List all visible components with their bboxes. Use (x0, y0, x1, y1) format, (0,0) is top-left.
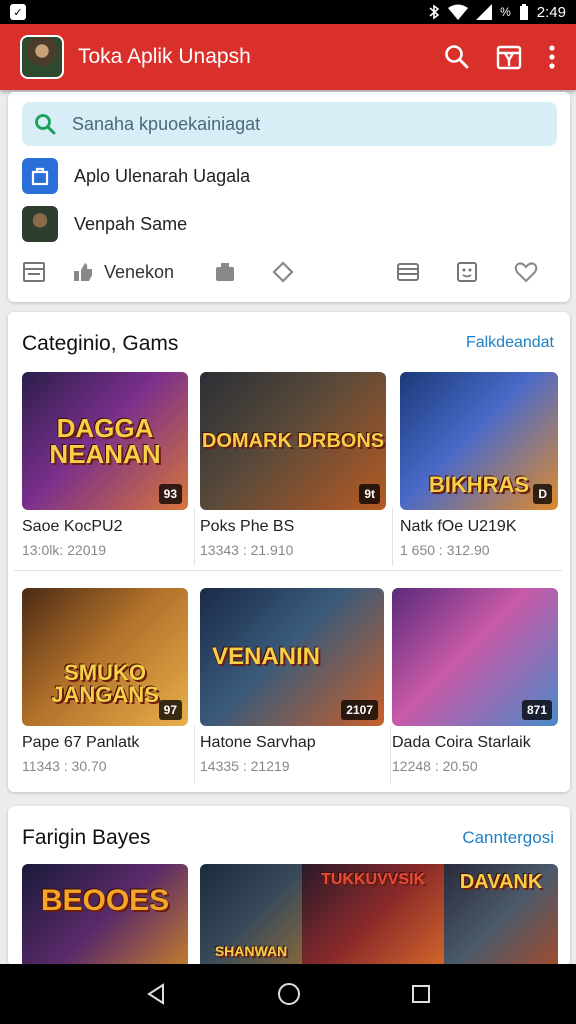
filter-toolbar: Venekon (22, 252, 557, 292)
face-icon (457, 262, 477, 282)
game-meta: 12248 : 20.50 (392, 758, 478, 774)
game-count-badge: 871 (521, 700, 552, 720)
system-nav-bar (0, 964, 576, 1024)
game-card[interactable]: SHANWAN (200, 864, 302, 974)
bag-icon (216, 263, 234, 281)
face-button[interactable] (456, 261, 514, 283)
game-count-badge: 93 (158, 484, 182, 504)
game-card[interactable]: DAVANK (444, 864, 558, 974)
game-card[interactable]: DOMARK DRBONS 9t Poks Phe BS 13343 : 21.… (200, 372, 386, 558)
game-thumbnail-title: DOMARK DRBONS (201, 430, 385, 452)
game-thumbnail: TUKKUVVSIK (302, 864, 444, 974)
game-name: Pape 67 Panlatk (22, 734, 140, 751)
game-thumbnail: BEOOES (22, 864, 188, 974)
cards-button[interactable] (396, 261, 456, 283)
signal-icon (476, 4, 493, 20)
search-icon[interactable] (444, 44, 470, 70)
status-bar: ✓ % 2:49 (0, 0, 576, 24)
game-name: Dada Coira Starlaik (392, 734, 531, 751)
app-title: Toka Aplik Unapsh (78, 45, 251, 68)
more-vert-icon[interactable] (548, 44, 556, 70)
thumbs-icon (74, 263, 92, 281)
row-divider (14, 570, 562, 571)
featured-section: Farigin Bayes Canntergosi BEOOES SHANWAN… (8, 806, 570, 974)
game-count-badge: 9t (359, 484, 380, 504)
game-name: Hatone Sarvhap (200, 734, 316, 751)
game-count-badge: D (533, 484, 552, 504)
cards-icon (397, 263, 419, 281)
game-thumbnail: SHANWAN (200, 864, 302, 974)
game-card[interactable]: DAGGA NEANAN 93 Saoe KocPU2 13:0lk: 2201… (22, 372, 188, 558)
game-card[interactable]: TUKKUVVSIK (302, 864, 444, 974)
bluetooth-icon (429, 4, 440, 20)
favorite-button[interactable] (514, 261, 538, 283)
game-thumb-icon (22, 206, 58, 242)
recents-icon[interactable] (411, 984, 431, 1004)
game-name: Poks Phe BS (200, 518, 295, 535)
game-meta: 13:0lk: 22019 (22, 542, 107, 558)
notification-icon: ✓ (10, 4, 26, 20)
game-name: Saoe KocPU2 (22, 518, 123, 535)
store-icon[interactable] (496, 44, 522, 70)
column-divider (194, 726, 195, 784)
game-thumbnail: DAVANK (444, 864, 558, 974)
game-thumbnail: 871 (392, 588, 558, 726)
section-title: Categinio, Gams (22, 332, 179, 355)
list-view-button[interactable] (22, 260, 72, 284)
suggestion-label: Aplo Ulenarah Uagala (74, 165, 251, 186)
game-name: Natk fOe U219K (400, 518, 517, 535)
column-divider (194, 508, 195, 566)
section-see-all-link[interactable]: Falkdeandat (466, 334, 554, 352)
game-thumbnail: VENANIN 2107 (200, 588, 384, 726)
back-icon[interactable] (145, 983, 167, 1005)
game-thumbnail-title: SHANWAN (214, 943, 288, 959)
game-count-badge: 2107 (341, 700, 378, 720)
search-placeholder: Sanaha kpuoekainiagat (72, 113, 261, 134)
game-meta: 13343 : 21.910 (200, 542, 294, 558)
column-divider (390, 726, 391, 784)
wifi-icon (448, 4, 469, 20)
game-card[interactable]: SMUKO JANGANS 97 Pape 67 Panlatk 11343 :… (22, 588, 188, 774)
filter-chip[interactable]: Venekon (72, 261, 214, 283)
section-see-all-link[interactable]: Canntergosi (462, 828, 554, 848)
game-thumbnail: SMUKO JANGANS 97 (22, 588, 188, 726)
game-thumbnail: BIKHRAS D (400, 372, 558, 510)
clock: 2:49 (536, 3, 566, 21)
game-thumbnail-title: BEOOES (40, 884, 170, 917)
suggestion-item-app[interactable]: Aplo Ulenarah Uagala (22, 156, 250, 196)
column-divider (392, 508, 393, 566)
game-card[interactable]: BIKHRAS D Natk fOe U219K 1 650 : 312.90 (400, 372, 558, 558)
game-card[interactable]: VENANIN 2107 Hatone Sarvhap 14335 : 2121… (200, 588, 384, 774)
game-meta: 14335 : 21219 (200, 758, 290, 774)
list-view-icon (23, 262, 45, 282)
search-card: Sanaha kpuoekainiagat Aplo Ulenarah Uaga… (8, 92, 570, 302)
game-card[interactable]: BEOOES (22, 864, 188, 974)
store-bag-icon (22, 158, 58, 194)
search-icon (35, 114, 56, 135)
home-icon[interactable] (277, 982, 301, 1006)
app-logo[interactable] (20, 35, 64, 79)
section-title: Farigin Bayes (22, 826, 151, 849)
game-count-badge: 97 (158, 700, 182, 720)
game-meta: 1 650 : 312.90 (400, 542, 490, 558)
game-card[interactable]: 871 Dada Coira Starlaik 12248 : 20.50 (392, 588, 558, 774)
categories-section: Categinio, Gams Falkdeandat DAGGA NEANAN… (8, 312, 570, 792)
diamond-icon (272, 261, 294, 283)
game-thumbnail: DOMARK DRBONS 9t (200, 372, 386, 510)
game-thumbnail-title: DAVANK (459, 871, 543, 893)
bag-button[interactable] (214, 261, 272, 283)
heart-icon (514, 262, 538, 283)
game-thumbnail: DAGGA NEANAN 93 (22, 372, 188, 510)
suggestion-label: Venpah Same (74, 213, 188, 234)
app-bar: Toka Aplik Unapsh (0, 24, 576, 90)
filter-chip-label: Venekon (104, 261, 175, 282)
game-thumbnail-title: TUKKUVVSIK (320, 871, 425, 888)
battery-percent: % (500, 5, 511, 19)
search-input[interactable]: Sanaha kpuoekainiagat (22, 102, 557, 146)
suggestion-item-game[interactable]: Venpah Same (22, 204, 187, 244)
diamond-button[interactable] (272, 261, 396, 283)
game-meta: 11343 : 30.70 (22, 758, 107, 774)
battery-icon (519, 4, 528, 20)
